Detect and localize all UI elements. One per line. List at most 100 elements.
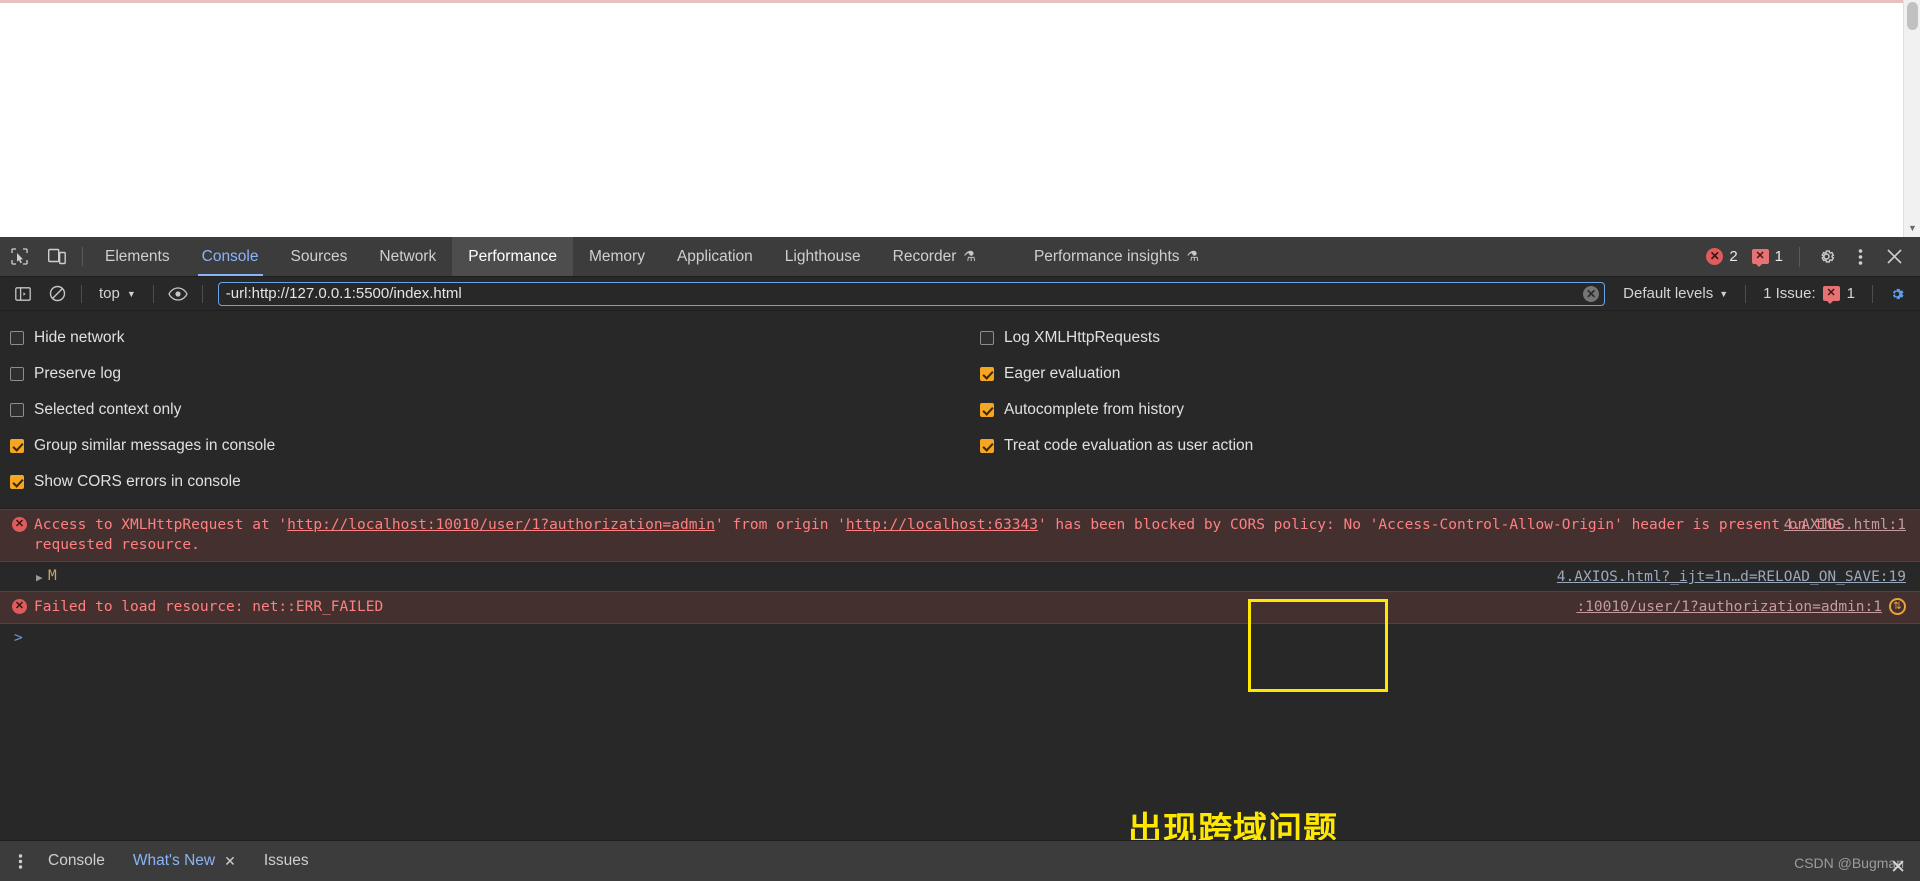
- console-filter-input[interactable]: [217, 281, 1606, 306]
- checkbox[interactable]: [980, 367, 994, 381]
- checkbox[interactable]: [10, 403, 24, 417]
- setting-label: Preserve log: [34, 365, 122, 382]
- drawer-tab-issues[interactable]: Issues: [250, 841, 323, 881]
- issue-bubble-icon: ✕: [1822, 286, 1840, 304]
- screenshot-root: ▲ ▼ Elements: [0, 0, 1920, 881]
- checkbox[interactable]: [980, 439, 994, 453]
- toolbar-divider: [81, 284, 82, 303]
- origin-url-link[interactable]: http://localhost:63343: [846, 517, 1038, 533]
- tab-label: Recorder: [892, 247, 957, 265]
- tab-elements[interactable]: Elements: [89, 237, 186, 276]
- tab-label: Console: [201, 247, 259, 265]
- tab-label: Performance insights: [1033, 247, 1180, 265]
- log-levels-selector[interactable]: Default levels ▼: [1615, 282, 1736, 306]
- tab-recorder[interactable]: Recorder ⚗: [877, 237, 992, 276]
- chevron-down-icon: ▼: [1719, 288, 1729, 299]
- tab-performance[interactable]: Performance: [452, 237, 573, 276]
- tab-application[interactable]: Application: [661, 237, 769, 276]
- console-message-error-cors[interactable]: ✕ Access to XMLHttpRequest at 'http://lo…: [0, 509, 1920, 562]
- experiment-flask-icon: ⚗: [1186, 248, 1200, 264]
- console-toolbar: top ▼ ✕ Default levels ▼ 1 Issue: [0, 277, 1920, 311]
- setting-selected-context-only[interactable]: Selected context only: [10, 392, 980, 428]
- message-source-link[interactable]: :10010/user/1?authorization=admin:1: [1576, 597, 1882, 617]
- console-message-object[interactable]: ▶ M 4.AXIOS.html?_ijt=1n…d=RELOAD_ON_SAV…: [0, 562, 1920, 591]
- checkbox[interactable]: [10, 475, 24, 489]
- drawer-tab-label: What's New: [132, 852, 216, 869]
- message-part: ' from origin ': [714, 517, 846, 533]
- checkbox[interactable]: [10, 331, 24, 345]
- watermark-logo-icon: ✕: [1890, 857, 1906, 878]
- setting-label: Show CORS errors in console: [34, 473, 241, 490]
- kebab-menu-icon[interactable]: [1844, 241, 1876, 273]
- setting-treat-code-evaluation-as-user-action[interactable]: Treat code evaluation as user action: [980, 428, 1253, 464]
- network-request-icon[interactable]: ⇅: [1889, 598, 1906, 615]
- tab-lighthouse[interactable]: Lighthouse: [769, 237, 877, 276]
- error-count-chip[interactable]: ✕ 2: [1700, 248, 1743, 265]
- error-count-label: 2: [1729, 248, 1738, 265]
- annotation-text: 出现跨域问题: [1128, 810, 1338, 840]
- clear-console-icon[interactable]: [42, 281, 72, 307]
- tab-label: Elements: [105, 247, 170, 265]
- tab-label: Network: [379, 247, 437, 265]
- console-settings-panel: Hide network Preserve log Selected conte…: [0, 311, 1920, 509]
- scrollbar-thumb[interactable]: [1907, 2, 1918, 30]
- error-circle-icon: ✕: [1706, 248, 1724, 265]
- setting-eager-evaluation[interactable]: Eager evaluation: [980, 356, 1253, 392]
- error-circle-icon: ✕: [12, 517, 27, 532]
- setting-log-xmlhttprequests[interactable]: Log XMLHttpRequests: [980, 320, 1253, 356]
- clear-input-icon[interactable]: ✕: [1583, 285, 1600, 302]
- console-settings-right-column: Log XMLHttpRequests Eager evaluation Aut…: [980, 320, 1253, 500]
- setting-label: Hide network: [34, 329, 125, 346]
- setting-autocomplete-from-history[interactable]: Autocomplete from history: [980, 392, 1253, 428]
- drawer-tab-console[interactable]: Console: [34, 841, 119, 881]
- inspect-element-icon[interactable]: [0, 237, 38, 276]
- close-icon[interactable]: ✕: [224, 853, 236, 870]
- checkbox[interactable]: [10, 367, 24, 381]
- warning-count-chip[interactable]: ✕ 1: [1746, 248, 1789, 267]
- checkbox[interactable]: [980, 403, 994, 417]
- console-message-error-resource[interactable]: ✕ Failed to load resource: net::ERR_FAIL…: [0, 591, 1920, 624]
- setting-group-similar-messages[interactable]: Group similar messages in console: [10, 428, 980, 464]
- tab-network[interactable]: Network: [363, 237, 452, 276]
- request-url-link[interactable]: http://localhost:10010/user/1?authorizat…: [287, 517, 715, 533]
- tab-console[interactable]: Console: [186, 237, 275, 276]
- devtools-panel: Elements Console Sources Network Perform…: [0, 237, 1920, 881]
- drawer-menu-icon[interactable]: [6, 847, 34, 875]
- toolbar-divider: [201, 284, 203, 303]
- page-scrollbar[interactable]: ▲ ▼: [1903, 0, 1920, 237]
- console-settings-gear-icon[interactable]: [1882, 281, 1912, 307]
- checkbox[interactable]: [980, 331, 994, 345]
- chevron-down-icon: ▼: [126, 288, 136, 299]
- setting-show-cors-errors[interactable]: Show CORS errors in console: [10, 464, 980, 500]
- tab-memory[interactable]: Memory: [573, 237, 661, 276]
- tab-performance-insights[interactable]: Performance insights ⚗: [1018, 237, 1215, 276]
- tabbar-status-area: ✕ 2 ✕ 1: [1700, 237, 1920, 276]
- issues-counter[interactable]: 1 Issue: ✕ 1: [1755, 282, 1863, 306]
- experiment-flask-icon: ⚗: [963, 248, 976, 264]
- message-source-link[interactable]: 4.AXIOS.html:1: [1784, 515, 1906, 535]
- object-preview-label: M: [48, 568, 57, 584]
- tab-label: Memory: [588, 247, 645, 265]
- close-icon[interactable]: [1878, 241, 1910, 273]
- devtools-tabbar: Elements Console Sources Network Perform…: [0, 237, 1920, 277]
- panel-tabs: Elements Console Sources Network Perform…: [89, 237, 1215, 276]
- console-message-list: ✕ Access to XMLHttpRequest at 'http://lo…: [0, 509, 1920, 840]
- console-message-text: Access to XMLHttpRequest at 'http://loca…: [34, 517, 1841, 553]
- device-toolbar-icon[interactable]: [38, 237, 76, 276]
- console-prompt[interactable]: >: [0, 624, 1920, 652]
- checkbox[interactable]: [10, 439, 24, 453]
- setting-label: Group similar messages in console: [34, 437, 276, 454]
- message-source-link[interactable]: 4.AXIOS.html?_ijt=1n…d=RELOAD_ON_SAVE:19: [1557, 567, 1906, 587]
- drawer-tab-whats-new[interactable]: What's New ✕: [119, 841, 250, 881]
- live-expression-icon[interactable]: [163, 281, 193, 307]
- console-sidebar-icon[interactable]: [8, 281, 38, 307]
- setting-hide-network[interactable]: Hide network: [10, 320, 980, 356]
- scrollbar-down-arrow[interactable]: ▼: [1904, 220, 1920, 237]
- setting-preserve-log[interactable]: Preserve log: [10, 356, 980, 392]
- gear-icon[interactable]: [1810, 241, 1842, 273]
- tab-sources[interactable]: Sources: [275, 237, 364, 276]
- expand-triangle-icon[interactable]: ▶: [36, 568, 43, 588]
- setting-label: Selected context only: [34, 401, 182, 418]
- execution-context-selector[interactable]: top ▼: [91, 282, 144, 306]
- setting-label: Autocomplete from history: [1004, 401, 1185, 418]
